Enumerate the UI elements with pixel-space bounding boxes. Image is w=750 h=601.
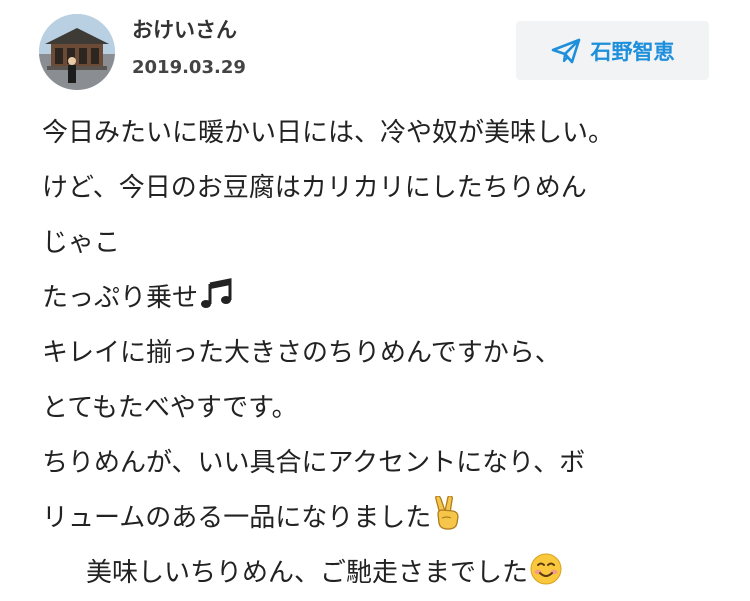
message-line: たっぷり乗せ xyxy=(42,271,742,326)
message-line: じゃこ xyxy=(42,216,742,271)
message-line: 今日みたいに暖かい日には、冷や奴が美味しい。 xyxy=(42,106,742,161)
message-line-text: じゃこ xyxy=(42,228,121,258)
message-line: けど、今日のお豆腐はカリカリにしたちりめん xyxy=(42,161,742,216)
message-line-text: リュームのある一品になりました xyxy=(42,503,432,533)
username[interactable]: おけいさん xyxy=(132,14,237,44)
message-line-text: 美味しいちりめん、ご馳走さまでした xyxy=(86,558,529,588)
message-line: とてもたべやすです。 xyxy=(42,381,742,436)
recipient-button[interactable]: 石野智恵 xyxy=(516,21,709,80)
message-line-text: とてもたべやすです。 xyxy=(42,393,298,423)
message-line-text: たっぷり乗せ xyxy=(42,283,199,313)
user-avatar[interactable] xyxy=(39,14,115,90)
avatar-photo xyxy=(39,14,115,90)
message-line: リュームのある一品になりました xyxy=(42,491,742,546)
post-header: おけいさん 2019.03.29 石野智恵 xyxy=(0,0,750,100)
message-line: 美味しいちりめん、ご馳走さまでした xyxy=(42,546,742,601)
message-body: 今日みたいに暖かい日には、冷や奴が美味しい。 けど、今日のお豆腐はカリカリにした… xyxy=(42,106,742,601)
message-line-text: 今日みたいに暖かい日には、冷や奴が美味しい。 xyxy=(42,118,615,148)
recipient-name: 石野智恵 xyxy=(590,39,675,64)
message-line: ちりめんが、いい具合にアクセントになり、ボ xyxy=(42,436,742,491)
music-notes-emoji xyxy=(200,278,234,310)
smiling-face-emoji xyxy=(530,553,562,585)
message-line: キレイに揃った大きさのちりめんですから、 xyxy=(42,326,742,381)
victory-hand-emoji xyxy=(433,496,461,530)
message-line-text: けど、今日のお豆腐はカリカリにしたちりめん xyxy=(42,173,587,203)
message-line-text: ちりめんが、いい具合にアクセントになり、ボ xyxy=(42,448,586,478)
paper-plane-icon xyxy=(551,38,581,64)
message-line-text: キレイに揃った大きさのちりめんですから、 xyxy=(42,338,561,368)
post-date: 2019.03.29 xyxy=(132,57,246,78)
